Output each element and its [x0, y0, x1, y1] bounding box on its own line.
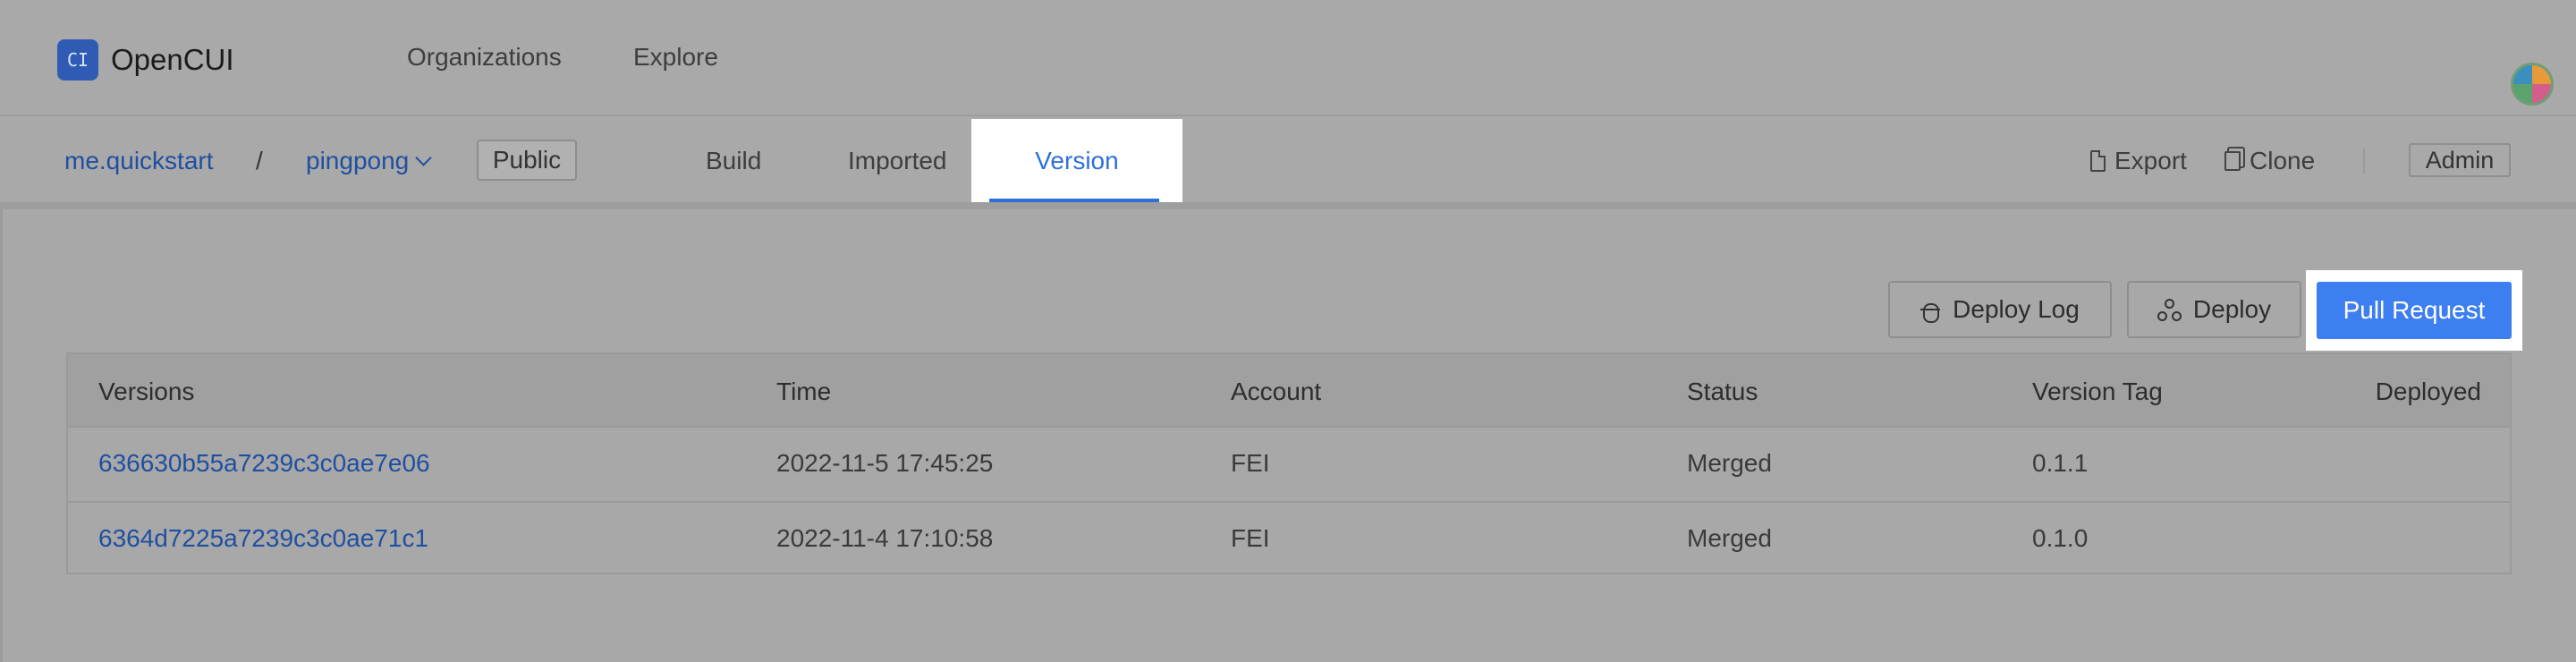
version-status: Merged	[1687, 449, 1772, 477]
export-label: Export	[2114, 147, 2187, 174]
app-title: OpenCUI	[111, 43, 234, 76]
version-time: 2022-11-5 17:45:25	[776, 449, 994, 477]
column-header-deployed: Deployed	[2375, 378, 2481, 405]
project-name: pingpong	[306, 147, 410, 174]
top-navbar: CI OpenCUI Organizations Explore	[0, 0, 2576, 116]
deploy-log-label: Deploy Log	[1953, 295, 2080, 323]
column-header-time: Time	[776, 378, 832, 405]
nav-organizations[interactable]: Organizations	[407, 43, 562, 72]
logo[interactable]: CI OpenCUI	[57, 39, 234, 81]
bug-icon	[1920, 298, 1941, 323]
version-tag: 0.1.0	[2032, 524, 2089, 552]
logo-mark-text: CI	[66, 49, 89, 71]
table-header: Versions Time Account Status Version Tag…	[68, 354, 2510, 428]
tab-version[interactable]: Version	[971, 147, 1182, 175]
deploy-label: Deploy	[2192, 295, 2272, 323]
version-tag: 0.1.1	[2032, 449, 2089, 477]
tab-build[interactable]: Build	[706, 147, 761, 175]
table-row[interactable]: 6364d7225a7239c3c0ae71c1 2022-11-4 17:10…	[68, 501, 2510, 574]
avatar[interactable]	[2511, 63, 2554, 106]
column-header-version-tag: Version Tag	[2032, 378, 2163, 405]
pull-request-button[interactable]: Pull Request	[2317, 282, 2512, 339]
header-divider	[0, 202, 2576, 209]
deploy-button[interactable]: Deploy	[2127, 281, 2301, 338]
deploy-log-button[interactable]: Deploy Log	[1888, 281, 2112, 338]
column-header-account: Account	[1231, 378, 1322, 405]
versions-table: Versions Time Account Status Version Tag…	[66, 352, 2512, 574]
breadcrumb-project[interactable]: pingpong	[306, 147, 432, 175]
table-row[interactable]: 636630b55a7239c3c0ae7e06 2022-11-5 17:45…	[68, 428, 2510, 501]
breadcrumb-org[interactable]: me.quickstart	[64, 147, 214, 175]
opencui-logo-icon: CI	[57, 39, 98, 81]
clone-icon	[2224, 151, 2241, 171]
breadcrumb-separator: /	[256, 147, 263, 174]
version-id-link[interactable]: 636630b55a7239c3c0ae7e06	[98, 449, 430, 478]
export-icon	[2090, 150, 2106, 172]
chevron-down-icon	[415, 149, 432, 166]
version-account: FEI	[1231, 449, 1270, 477]
visibility-badge: Public	[477, 140, 577, 181]
column-header-status: Status	[1687, 378, 1758, 405]
version-status: Merged	[1687, 524, 1772, 552]
divider	[2363, 149, 2365, 174]
version-account: FEI	[1231, 524, 1270, 552]
clone-button[interactable]: Clone	[2224, 147, 2315, 175]
nav-explore[interactable]: Explore	[633, 43, 718, 72]
deploy-icon	[2157, 299, 2182, 321]
version-id-link[interactable]: 6364d7225a7239c3c0ae71c1	[98, 524, 428, 553]
export-button[interactable]: Export	[2090, 147, 2187, 175]
column-header-versions: Versions	[98, 378, 195, 405]
version-time: 2022-11-4 17:10:58	[776, 524, 994, 552]
tab-imported[interactable]: Imported	[848, 147, 947, 175]
clone-label: Clone	[2250, 147, 2316, 174]
admin-button[interactable]: Admin	[2409, 143, 2511, 177]
